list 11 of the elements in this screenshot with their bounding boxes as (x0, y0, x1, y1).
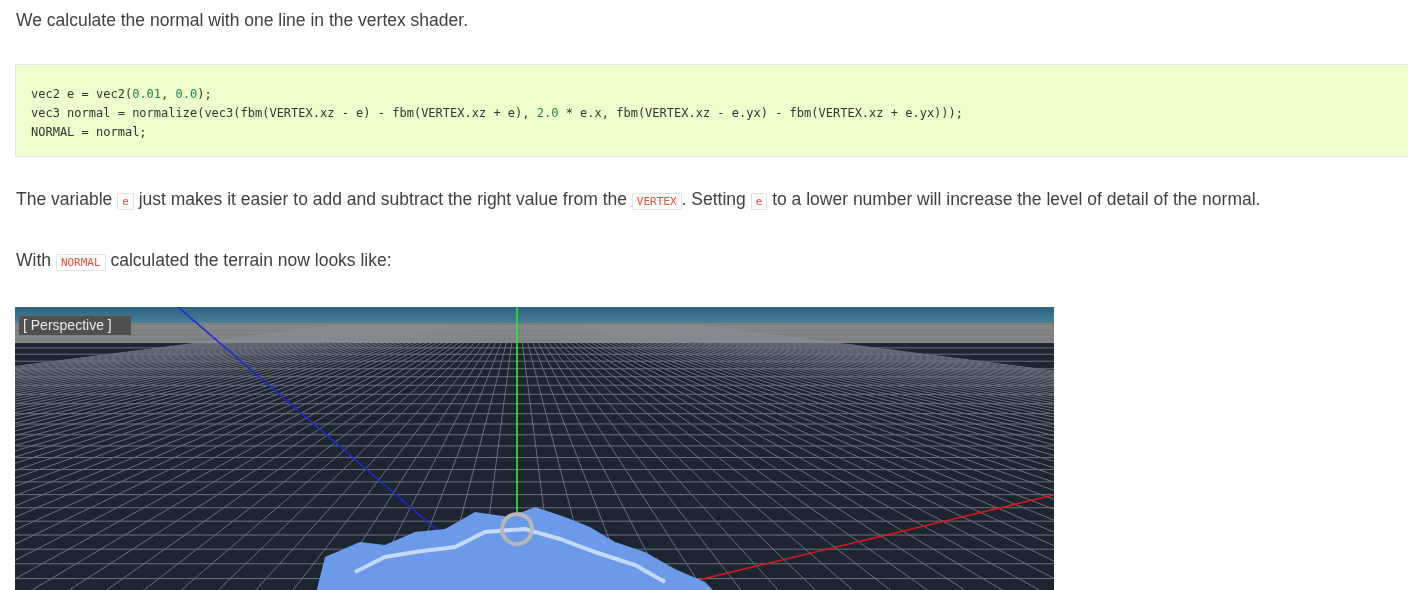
code-line: NORMAL = normal; (31, 124, 147, 141)
code-line: vec3 normal = normalize(vec3(fbm(VERTEX.xz - e) - fbm(VERTEX.xz + e), 2.0 * e.x, fbm(VERTEX.xz - e.yx) - fbm(VERTEX.xz + e.yx))); (31, 105, 963, 122)
viewport-label: [ Perspective ] (23, 317, 112, 333)
paragraph: With NORMAL calculated the terrain now looks like: (16, 249, 393, 273)
code-line: vec2 e = vec2(0.01, 0.0); (31, 86, 212, 103)
inline-code: NORMAL (55, 254, 106, 271)
intro-text: We calculate the normal with one line in the vertex shader. (16, 9, 469, 32)
inline-code: VERTEX (631, 193, 682, 210)
paragraph: The variable e just makes it easier to add and subtract the right value from the VERTEX . Setting e to a lower number will increase the level of detail of the normal. (16, 188, 1262, 212)
inline-code: e (117, 193, 134, 210)
inline-code: e (750, 193, 768, 210)
